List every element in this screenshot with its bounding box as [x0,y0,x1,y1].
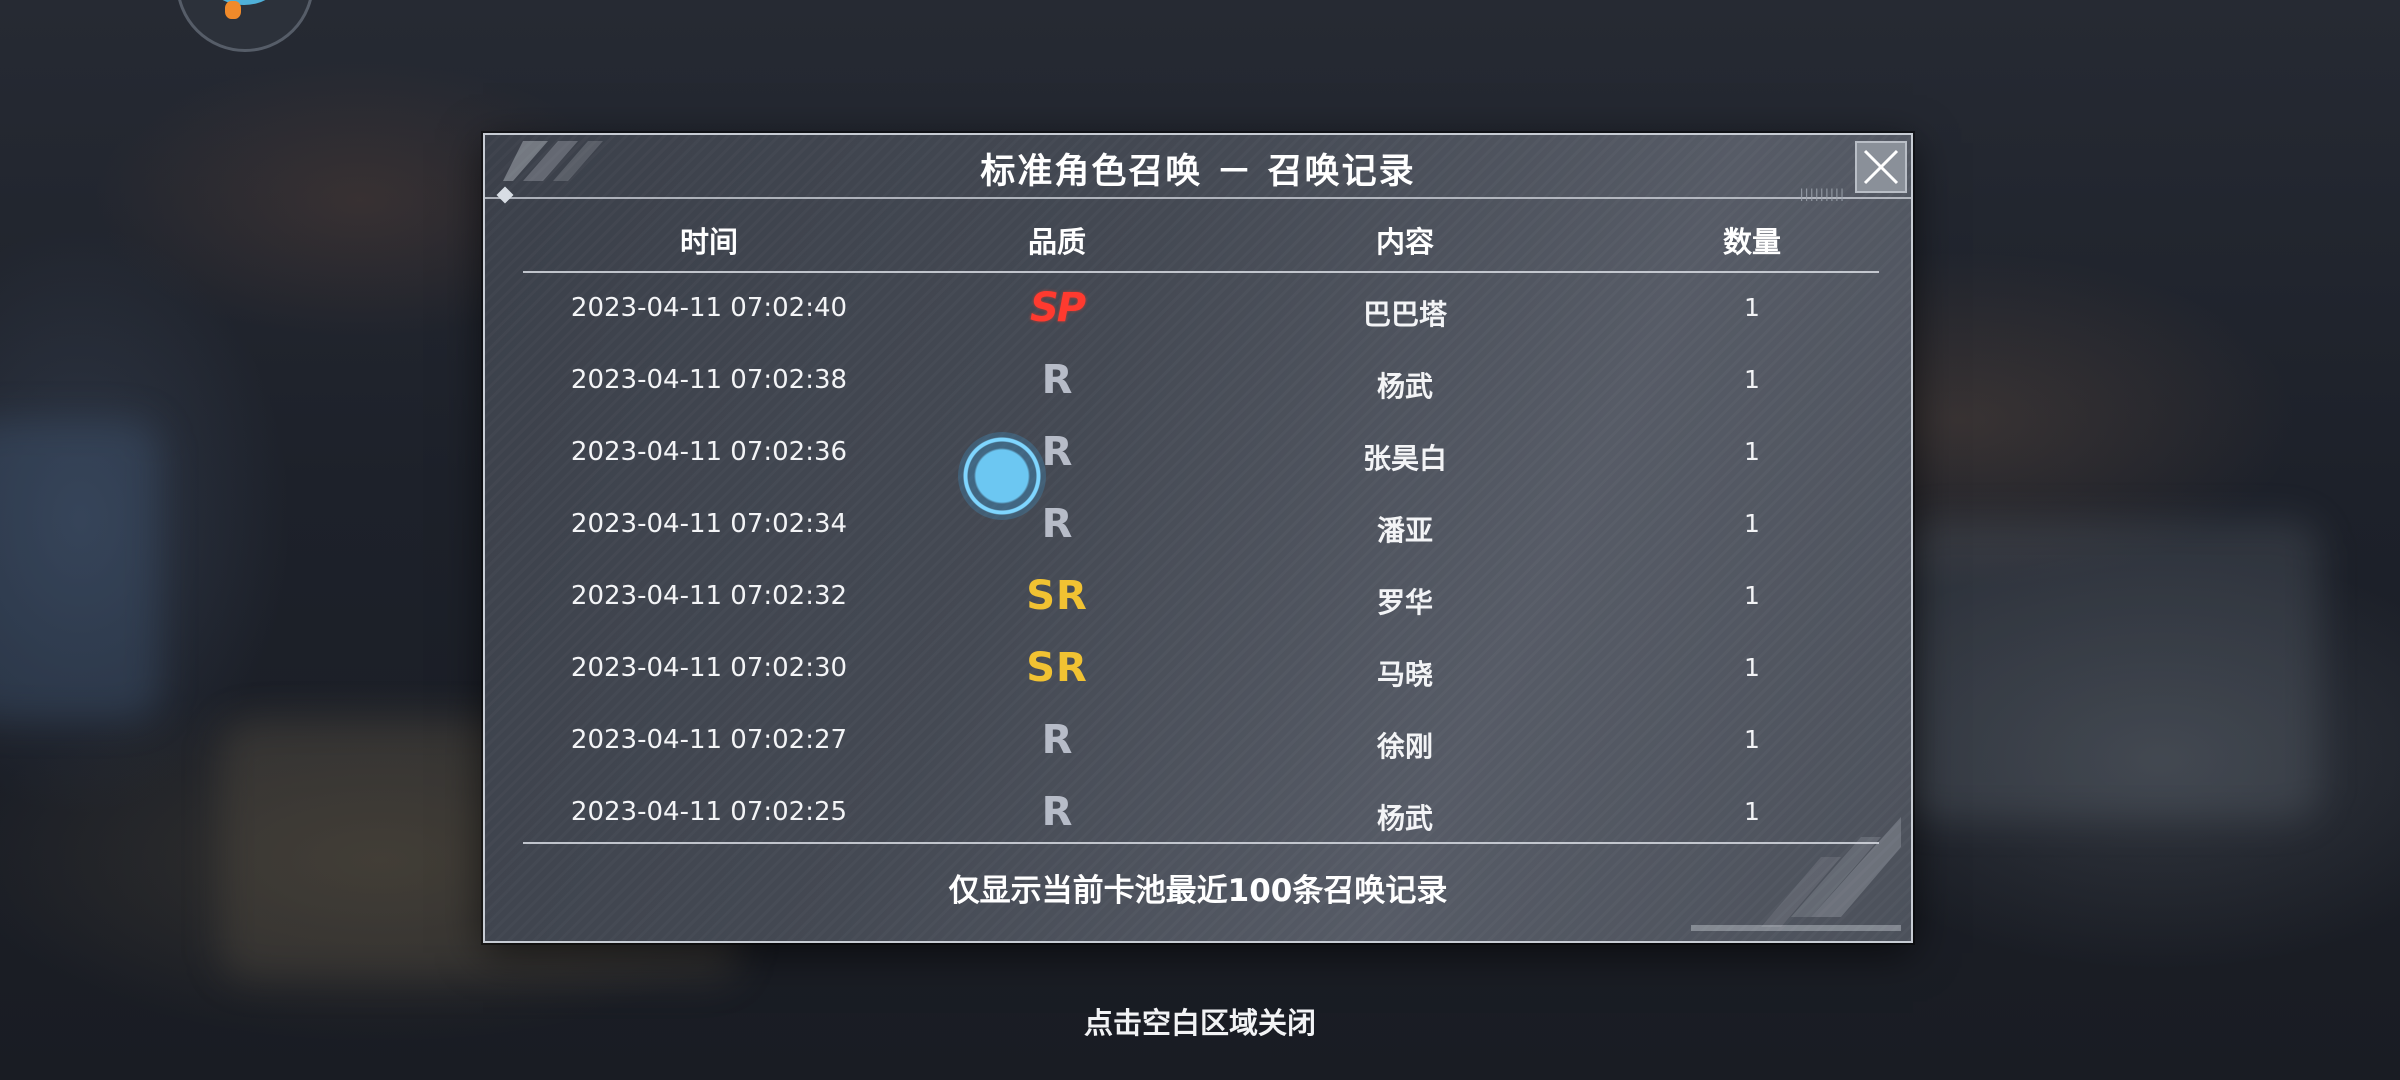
background-scene[interactable]: 标准角色召唤 － 召唤记录 ||||||||| 时间 品质 内容 数量 2023… [0,0,2400,1080]
row-quantity: 1 [1744,797,1760,826]
footer-divider [523,842,1879,844]
row-time: 2023-04-11 07:02:27 [570,725,848,755]
touch-cursor-icon [958,432,1046,520]
footer-note: 仅显示当前卡池最近100条召唤记录 [948,873,1448,909]
tap-to-close-hint: 点击空白区域关闭 [1083,1006,1316,1040]
row-content: 潘亚 [1376,514,1434,547]
row-quantity: 1 [1744,293,1760,322]
row-content: 张昊白 [1362,442,1448,475]
row-content: 巴巴塔 [1362,298,1448,331]
quality-badge: R [1041,789,1073,835]
row-content: 杨武 [1376,370,1434,403]
summon-record-dialog: 标准角色召唤 － 召唤记录 ||||||||| 时间 品质 内容 数量 2023… [483,133,1913,943]
quality-badge: R [1041,717,1073,763]
column-header-quantity: 数量 [1722,225,1782,259]
quality-badge: SR [1026,645,1088,691]
quality-badge: R [1041,429,1073,475]
quality-badge: SP [1029,285,1086,331]
row-quantity: 1 [1744,365,1760,394]
row-time: 2023-04-11 07:02:38 [570,365,848,395]
player-avatar[interactable] [176,0,314,52]
table-row: 2023-04-11 07:02:30 SR 马晓 1 [523,635,1879,707]
dialog-title-bar: 标准角色召唤 － 召唤记录 ||||||||| [485,135,1911,204]
table-row: 2023-04-11 07:02:25 R 杨武 1 [523,779,1879,851]
quality-badge: R [1041,357,1073,403]
row-content: 杨武 [1376,802,1434,835]
column-header-quality: 品质 [1027,225,1087,259]
quality-badge: R [1041,501,1073,547]
table-row: 2023-04-11 07:02:34 R 潘亚 1 [523,491,1879,563]
table-row: 2023-04-11 07:02:40 SP 巴巴塔 1 [523,275,1879,347]
row-time: 2023-04-11 07:02:40 [570,293,848,323]
table-row: 2023-04-11 07:02:38 R 杨武 1 [523,347,1879,419]
row-time: 2023-04-11 07:02:34 [570,509,848,539]
row-time: 2023-04-11 07:02:25 [570,797,848,827]
column-header-time: 时间 [679,225,739,259]
row-time: 2023-04-11 07:02:36 [570,437,848,467]
row-quantity: 1 [1744,653,1760,682]
row-quantity: 1 [1744,725,1760,754]
table-header: 时间 品质 内容 数量 [523,205,1879,273]
table-row: 2023-04-11 07:02:27 R 徐刚 1 [523,707,1879,779]
row-time: 2023-04-11 07:02:32 [570,581,848,611]
row-content: 马晓 [1376,658,1434,691]
row-quantity: 1 [1744,437,1760,466]
table-row: 2023-04-11 07:02:32 SR 罗华 1 [523,563,1879,635]
mascot-icon [209,0,279,5]
close-button[interactable] [1855,141,1907,193]
row-quantity: 1 [1744,581,1760,610]
table-row: 2023-04-11 07:02:36 R 张昊白 1 [523,419,1879,491]
dialog-title: 标准角色召唤 － 召唤记录 [980,152,1416,192]
close-x-icon [1863,149,1899,185]
record-list[interactable]: 2023-04-11 07:02:40 SP 巴巴塔 1 2023-04-11 … [523,275,1879,835]
row-content: 罗华 [1376,586,1434,619]
row-content: 徐刚 [1376,730,1434,763]
quality-badge: SR [1026,573,1088,619]
row-time: 2023-04-11 07:02:30 [570,653,848,683]
row-quantity: 1 [1744,509,1760,538]
column-header-content: 内容 [1375,225,1435,259]
dots-ornament: ||||||||| [1799,187,1845,201]
